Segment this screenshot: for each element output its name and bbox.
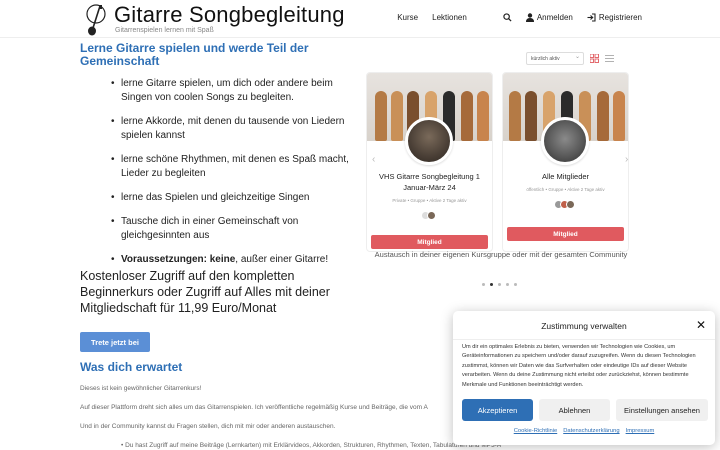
slider-dot-active[interactable]: [490, 283, 493, 286]
slider-dot[interactable]: [514, 283, 517, 286]
list-item: lerne Gitarre spielen, um dich oder ande…: [111, 77, 351, 105]
member-button[interactable]: Mitglied: [371, 235, 488, 249]
cookie-consent-dialog: Zustimmung verwalten ✕ Um dir ein optima…: [453, 311, 715, 445]
list-view-icon[interactable]: [605, 54, 614, 63]
close-icon[interactable]: ✕: [696, 318, 706, 332]
accept-button[interactable]: Akzeptieren: [462, 399, 533, 421]
slider-dot[interactable]: [498, 283, 501, 286]
list-item: lerne schöne Rhythmen, mit denen es Spaß…: [111, 153, 351, 181]
cookie-policy-link[interactable]: Cookie-Richtlinie: [514, 428, 558, 434]
privacy-policy-link[interactable]: Datenschutzerklärung: [563, 428, 619, 434]
deny-button[interactable]: Ablehnen: [539, 399, 610, 421]
legal-links: Cookie-Richtlinie Datenschutzerklärung I…: [453, 428, 715, 434]
list-item: Tausche dich in einer Gemeinschaft von g…: [111, 215, 351, 243]
grid-view-icon[interactable]: [590, 54, 599, 63]
consent-buttons: Akzeptieren Ablehnen Einstellungen anseh…: [462, 399, 708, 421]
nav-lektionen[interactable]: Lektionen: [432, 13, 467, 22]
user-icon: [525, 13, 534, 22]
list-item: lerne Akkorde, mit denen du tausende von…: [111, 115, 351, 143]
main-nav: Kurse Lektionen Anmelden Registrieren: [397, 13, 642, 22]
requirements-rest: , außer einer Gitarre!: [235, 254, 329, 265]
login-link[interactable]: Anmelden: [525, 13, 573, 22]
register-label: Registrieren: [598, 13, 642, 22]
login-icon: [587, 13, 596, 22]
membership-offer: Kostenloser Zugriff auf den kompletten B…: [80, 269, 330, 315]
group-avatar: [541, 117, 589, 165]
divider: [453, 339, 715, 340]
consent-text: Um dir ein optimales Erlebnis zu bieten,…: [462, 344, 696, 388]
list-item: lerne das Spielen und gleichzeitige Sing…: [111, 191, 351, 205]
site-title[interactable]: Gitarre Songbegleitung: [114, 2, 345, 28]
avatar: [565, 200, 575, 209]
groups-toolbar: kürzlich aktiv: [526, 52, 614, 65]
guitar-logo-icon[interactable]: [86, 4, 106, 36]
imprint-link[interactable]: Impressum: [626, 428, 655, 434]
feature-list: lerne Gitarre spielen, um dich oder ande…: [111, 77, 351, 277]
group-title[interactable]: VHS Gitarre Songbegleitung 1 Januar-März…: [371, 171, 488, 193]
chevron-left-icon[interactable]: ‹: [372, 154, 375, 165]
search-icon: [503, 13, 512, 22]
group-meta: öffentlich • Gruppe • Aktive 2 Tage akti…: [526, 187, 605, 192]
hero-title: Lerne Gitarre spielen und werde Teil der…: [80, 41, 309, 68]
list-item-requirements: Voraussetzungen: keine, außer einer Gita…: [111, 253, 351, 267]
section-title-expect: Was dich erwartet: [80, 360, 183, 374]
login-label: Anmelden: [536, 13, 573, 22]
paragraph: • Du hast Zugriff auf meine Beiträge (Le…: [121, 442, 501, 449]
group-members: [367, 211, 492, 220]
member-button[interactable]: Mitglied: [507, 227, 624, 241]
group-avatar: [405, 117, 453, 165]
site-tagline: Gitarrenspielen lernen mit Spaß: [115, 27, 214, 34]
chevron-right-icon[interactable]: ›: [625, 154, 628, 165]
group-members: [503, 200, 628, 209]
requirements-bold: Voraussetzungen: keine: [121, 254, 236, 265]
groups-screenshot: kürzlich aktiv VHS Gitarre Songbegleitun…: [366, 44, 636, 252]
slider-dot[interactable]: [482, 283, 485, 286]
dialog-title: Zustimmung verwalten: [541, 321, 627, 331]
group-title[interactable]: Alle Mitglieder: [507, 171, 624, 182]
paragraph: Und in der Community kannst du Fragen st…: [80, 423, 336, 430]
slider-dots: [482, 283, 517, 286]
paragraph: Auf dieser Plattform dreht sich alles um…: [80, 404, 428, 411]
join-now-button[interactable]: Trete jetzt bei: [80, 332, 150, 352]
paragraph: Dieses ist kein gewöhnlicher Gitarrenkur…: [80, 385, 202, 392]
avatar: [426, 211, 436, 220]
slider-dot[interactable]: [506, 283, 509, 286]
group-card[interactable]: VHS Gitarre Songbegleitung 1 Januar-März…: [366, 72, 493, 252]
search-button[interactable]: [503, 13, 512, 22]
slide-caption: Austausch in deiner eigenen Kursgruppe o…: [374, 250, 628, 259]
view-settings-button[interactable]: Einstellungen ansehen: [616, 399, 708, 421]
group-meta: Private • Gruppe • Aktive 2 Tage aktiv: [392, 198, 467, 203]
site-header: Gitarre Songbegleitung Gitarrenspielen l…: [0, 0, 720, 38]
nav-kurse[interactable]: Kurse: [397, 13, 418, 22]
group-card[interactable]: Alle Mitglieder öffentlich • Gruppe • Ak…: [502, 72, 629, 252]
register-link[interactable]: Registrieren: [587, 13, 642, 22]
sort-select[interactable]: kürzlich aktiv: [526, 52, 584, 65]
